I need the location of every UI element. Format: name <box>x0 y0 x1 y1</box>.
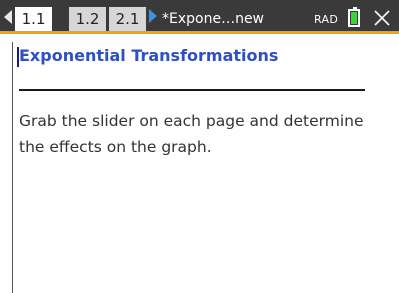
title-divider <box>19 89 365 91</box>
tab-1-2[interactable]: 1.2 <box>69 7 106 31</box>
left-arrow-icon[interactable] <box>4 10 12 24</box>
tab-2-1[interactable]: 2.1 <box>109 7 146 31</box>
battery-icon <box>348 7 360 27</box>
battery-level <box>351 12 357 24</box>
angle-mode-indicator: RAD <box>314 13 339 26</box>
page-title: Exponential Transformations <box>19 46 279 65</box>
document-title: *Expone…new <box>162 11 265 27</box>
tab-1-1[interactable]: 1.1 <box>15 7 52 34</box>
battery-nub <box>353 7 357 9</box>
calculator-screen: 1.1 1.2 2.1 *Expone…new RAD Exponential … <box>0 0 399 293</box>
close-icon[interactable] <box>372 8 392 28</box>
page-left-border <box>12 42 13 293</box>
right-arrow-icon[interactable] <box>149 9 157 23</box>
notes-page[interactable]: Exponential Transformations Grab the sli… <box>0 34 399 293</box>
toolbar: 1.1 1.2 2.1 *Expone…new RAD <box>0 0 399 34</box>
instructions-text: Grab the slider on each page and determi… <box>19 112 364 156</box>
